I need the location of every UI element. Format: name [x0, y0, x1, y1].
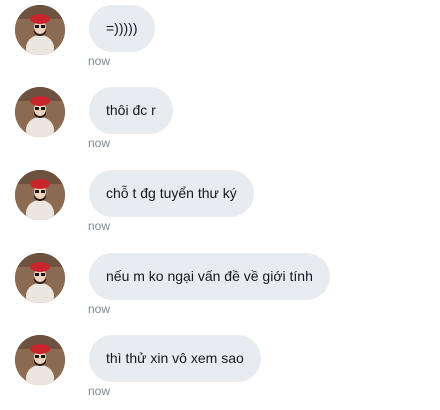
sender-avatar[interactable] [15, 170, 65, 220]
message-row: thôi đc r now [0, 82, 440, 162]
message-bubble[interactable]: thì thử xin vô xem sao [89, 335, 261, 382]
sender-avatar[interactable] [15, 5, 65, 55]
message-timestamp: now [88, 136, 111, 150]
message-bubble[interactable]: thôi đc r [89, 87, 173, 134]
message-timestamp: now [88, 54, 111, 68]
avatar-photo-icon [15, 253, 65, 303]
message-timestamp: now [88, 384, 111, 398]
message-row: =))))) now [0, 0, 440, 80]
message-bubble[interactable]: chỗ t đg tuyển thư ký [89, 170, 254, 217]
message-bubble[interactable]: nếu m ko ngại vấn đề về giới tính [89, 253, 330, 300]
message-row: thì thử xin vô xem sao now [0, 330, 440, 410]
sender-avatar[interactable] [15, 335, 65, 385]
message-row: nếu m ko ngại vấn đề về giới tính now [0, 248, 440, 328]
message-timestamp: now [88, 302, 111, 316]
message-bubble[interactable]: =))))) [89, 5, 155, 52]
message-thread: =))))) now thôi đc r now chỗ t đg tuyển … [0, 0, 440, 406]
message-timestamp: now [88, 219, 111, 233]
avatar-photo-icon [15, 5, 65, 55]
sender-avatar[interactable] [15, 87, 65, 137]
avatar-photo-icon [15, 335, 65, 385]
avatar-photo-icon [15, 87, 65, 137]
message-row: chỗ t đg tuyển thư ký now [0, 165, 440, 245]
avatar-photo-icon [15, 170, 65, 220]
sender-avatar[interactable] [15, 253, 65, 303]
